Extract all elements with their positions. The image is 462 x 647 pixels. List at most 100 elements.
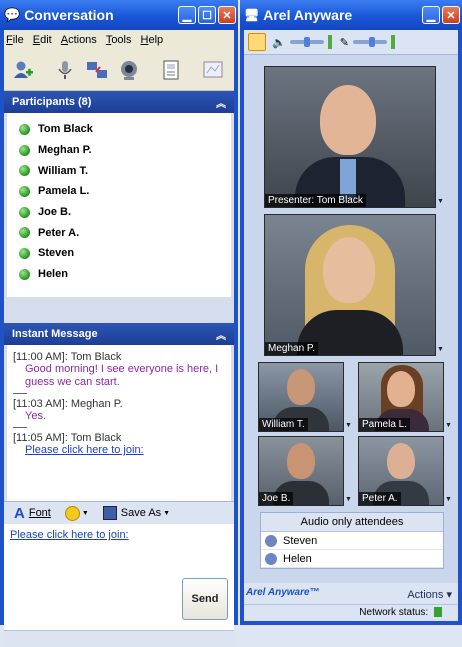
document-icon[interactable] <box>160 58 182 82</box>
participant-item[interactable]: Pamela L. <box>7 181 231 202</box>
smiley-icon <box>64 505 80 521</box>
dropdown-arrow-icon[interactable]: ▼ <box>437 346 444 353</box>
save-icon <box>102 506 117 520</box>
message-header: [11:00 AM]: Tom Black <box>13 351 122 363</box>
im-transcript: [11:00 AM]: Tom Black Good morning! I se… <box>4 345 234 501</box>
close-button[interactable]: ✕ <box>442 6 460 24</box>
font-button[interactable]: A Font <box>14 505 51 522</box>
participant-video[interactable]: Pamela L. <box>358 362 444 432</box>
participant-video[interactable]: Peter A. <box>358 436 444 506</box>
whiteboard-icon[interactable] <box>202 58 224 82</box>
volume-slider[interactable] <box>289 37 324 47</box>
video-label: Joe B. <box>259 492 294 505</box>
mic-slider[interactable] <box>352 37 387 47</box>
participants-title: Participants (8) <box>12 96 92 108</box>
conversation-titlebar[interactable]: 💬 Conversation ▁ ☐ ✕ <box>0 0 238 30</box>
send-button[interactable]: Send <box>182 578 228 620</box>
conversation-body: File Edit Actions Tools Help Participant… <box>4 30 234 647</box>
online-status-icon <box>19 206 30 218</box>
panel-gap <box>4 297 234 323</box>
level-meter-icon <box>327 35 332 49</box>
participant-item[interactable]: Meghan P. <box>7 140 231 161</box>
dropdown-arrow-icon[interactable]: ▼ <box>445 422 452 429</box>
participant-video[interactable]: Joe B. <box>258 436 344 506</box>
message-divider <box>13 427 27 428</box>
arel-titlebar[interactable]: 🖥 Arel Anyware ▁ ✕ <box>240 0 462 30</box>
participants-header[interactable]: Participants (8) ︽ <box>4 91 234 113</box>
emoticon-button[interactable]: ▼ <box>64 505 89 521</box>
arel-bottom-bar: Arel Anyware™ Actions ▾ <box>244 583 458 605</box>
video-label: Presenter: Tom Black <box>265 194 366 207</box>
video-label: Pamela L. <box>359 418 411 431</box>
video-label: Meghan P. <box>265 342 319 355</box>
video-label: Peter A. <box>359 492 401 505</box>
actions-menu[interactable]: Actions ▾ <box>407 588 452 601</box>
share-desktop-icon[interactable] <box>86 58 108 82</box>
menu-file[interactable]: File <box>6 34 24 46</box>
mic-level-icon[interactable]: ✎ <box>340 36 349 49</box>
participant-name: Steven <box>38 247 75 260</box>
participant-video[interactable]: Meghan P. <box>264 214 436 356</box>
phone-user-icon <box>265 534 277 547</box>
online-status-icon <box>19 247 30 259</box>
save-as-button[interactable]: Save As ▼ <box>102 506 170 520</box>
participant-item[interactable]: Steven <box>7 243 231 264</box>
participant-video[interactable]: William T. <box>258 362 344 432</box>
collapse-chevron-icon[interactable]: ︽ <box>216 327 226 342</box>
network-status-icon <box>434 607 442 618</box>
message-text: Good morning! I see everyone is here, I … <box>25 363 219 388</box>
network-status: Network status: <box>244 604 458 621</box>
message-header: [11:03 AM]: Meghan P. <box>13 398 123 410</box>
audio-attendees-box: Audio only attendees Steven Helen <box>260 512 444 569</box>
minimize-button[interactable]: ▁ <box>178 6 196 24</box>
conversation-window: 💬 Conversation ▁ ☐ ✕ File Edit Actions T… <box>0 0 238 647</box>
level-meter-icon <box>390 35 395 49</box>
participant-item[interactable]: Tom Black <box>7 119 231 140</box>
participant-item[interactable]: Joe B. <box>7 202 231 223</box>
minimize-button[interactable]: ▁ <box>422 6 440 24</box>
message-text: Yes. <box>25 410 47 422</box>
format-bar: A Font ▼ Save As ▼ <box>4 501 234 524</box>
speaker-icon[interactable]: 🔈 <box>272 36 286 49</box>
participant-name: Pamela L. <box>38 185 90 198</box>
video-label: William T. <box>259 418 308 431</box>
message-divider <box>13 393 27 394</box>
im-header[interactable]: Instant Message ︽ <box>4 323 234 345</box>
participant-item[interactable]: Helen <box>7 264 231 285</box>
join-link[interactable]: Please click here to join: <box>13 444 225 456</box>
audio-attendee-item[interactable]: Helen <box>261 550 443 568</box>
add-participant-icon[interactable] <box>12 58 34 82</box>
microphone-icon[interactable] <box>54 58 76 82</box>
maximize-button[interactable]: ☐ <box>198 6 216 24</box>
menu-actions[interactable]: Actions <box>61 34 97 46</box>
participant-item[interactable]: William T. <box>7 160 231 181</box>
window-title: Conversation <box>24 7 114 23</box>
menu-tools[interactable]: Tools <box>106 34 132 46</box>
collapse-chevron-icon[interactable]: ︽ <box>216 95 226 110</box>
audio-attendee-item[interactable]: Steven <box>261 532 443 550</box>
conversation-app-icon: 💬 <box>4 7 21 22</box>
arel-logo: Arel Anyware™ <box>246 587 320 598</box>
presenter-icon[interactable] <box>248 33 266 51</box>
conversation-statusbar <box>4 630 234 647</box>
dropdown-arrow-icon[interactable]: ▼ <box>345 496 352 503</box>
webcam-icon[interactable] <box>118 58 140 82</box>
message-compose-box[interactable]: Please click here to join: Send <box>4 524 234 630</box>
participant-item[interactable]: Peter A. <box>7 222 231 243</box>
participant-name: William T. <box>38 164 89 177</box>
dropdown-arrow-icon[interactable]: ▼ <box>445 496 452 503</box>
participant-name: Tom Black <box>38 123 93 136</box>
menu-help[interactable]: Help <box>141 34 164 46</box>
conversation-toolbar <box>4 50 234 91</box>
dropdown-arrow-icon[interactable]: ▼ <box>437 198 444 205</box>
close-button[interactable]: ✕ <box>218 6 236 24</box>
compose-text[interactable]: Please click here to join: <box>10 529 129 541</box>
window-title: Arel Anyware <box>263 7 353 23</box>
message-header: [11:05 AM]: Tom Black <box>13 432 122 444</box>
menu-edit[interactable]: Edit <box>33 34 52 46</box>
participant-name: Helen <box>38 268 68 281</box>
audio-toolbar: 🔈 ✎ <box>244 30 458 55</box>
dropdown-arrow-icon[interactable]: ▼ <box>345 422 352 429</box>
participants-list: Tom Black Meghan P. William T. Pamela L.… <box>4 113 234 297</box>
presenter-video[interactable]: Presenter: Tom Black <box>264 66 436 208</box>
